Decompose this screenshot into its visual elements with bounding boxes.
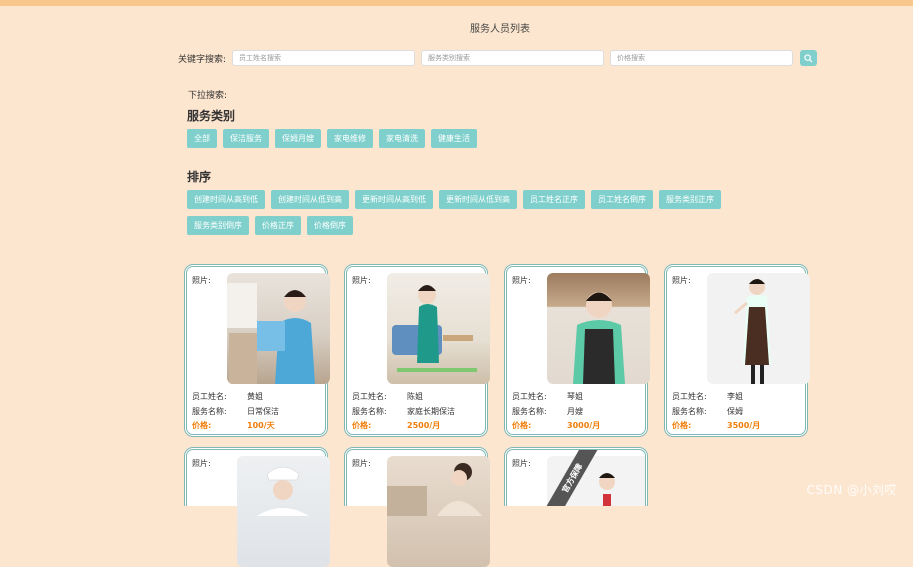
staff-name: 黄姐 [247, 392, 263, 401]
staff-photo [707, 273, 810, 384]
staff-card[interactable]: 照片: [184, 447, 330, 567]
service-price: 3000/月 [567, 421, 601, 430]
category-tag-all[interactable]: 全部 [187, 129, 217, 148]
employee-name-search-input[interactable] [232, 50, 416, 66]
sort-name-asc[interactable]: 员工姓名正序 [523, 190, 585, 209]
sort-section-title: 排序 [187, 170, 212, 184]
staff-card[interactable]: 照片: 员工姓名: 李姐 服务名称: 保姆 价格: 3500/月 [664, 264, 810, 437]
staff-card[interactable]: 照片: 官方保障 [504, 447, 648, 506]
name-label: 员工姓名: [192, 392, 227, 401]
staff-photo [387, 273, 490, 384]
price-label: 价格: [512, 421, 532, 430]
sort-tags-row-2: 服务类别倒序 价格正序 价格倒序 [187, 216, 353, 235]
service-price: 2500/月 [407, 421, 441, 430]
category-section-title: 服务类别 [187, 109, 236, 123]
staff-card[interactable]: 照片: 员工姓名: 琴姐 服务名称: 月嫂 价格: 3000/月 [504, 264, 650, 437]
photo-label: 照片: [512, 459, 531, 468]
name-label: 员工姓名: [672, 392, 707, 401]
category-tag-appliance-repair[interactable]: 家电维修 [327, 129, 373, 148]
service-label: 服务名称: [512, 407, 547, 416]
search-button[interactable] [800, 50, 818, 66]
price-search-input[interactable] [610, 50, 794, 66]
staff-photo [227, 273, 330, 384]
search-label: 关键字搜索: [178, 54, 227, 65]
watermark: CSDN @小刘哎 [806, 483, 897, 497]
name-label: 员工姓名: [512, 392, 547, 401]
category-tag-nanny[interactable]: 保姆月嫂 [275, 129, 321, 148]
photo-label: 照片: [352, 459, 371, 468]
category-tag-healthy-living[interactable]: 健康生活 [431, 129, 477, 148]
service-name: 保姆 [727, 407, 743, 416]
service-label: 服务名称: [352, 407, 387, 416]
category-tag-appliance-cleaning[interactable]: 家电清洗 [379, 129, 425, 148]
service-label: 服务名称: [192, 407, 227, 416]
staff-name: 琴姐 [567, 392, 583, 401]
sort-price-asc[interactable]: 价格正序 [255, 216, 301, 235]
sort-type-asc[interactable]: 服务类别正序 [659, 190, 721, 209]
staff-photo [237, 456, 330, 567]
search-bar: 关键字搜索: [178, 49, 818, 67]
staff-photo [387, 456, 490, 567]
page-title: 服务人员列表 [470, 24, 530, 35]
staff-photo [547, 273, 650, 384]
staff-name: 李姐 [727, 392, 743, 401]
sort-tags-row-1: 创建时间从高到低 创建时间从低到高 更新时间从高到低 更新时间从低到高 员工姓名… [187, 190, 721, 209]
category-tag-cleaning[interactable]: 保洁服务 [223, 129, 269, 148]
staff-name: 陈姐 [407, 392, 423, 401]
sort-type-desc[interactable]: 服务类别倒序 [187, 216, 249, 235]
service-name: 月嫂 [567, 407, 583, 416]
photo-label: 照片: [192, 276, 211, 285]
sort-name-desc[interactable]: 员工姓名倒序 [591, 190, 653, 209]
service-label: 服务名称: [672, 407, 707, 416]
service-name: 家庭长期保洁 [407, 407, 455, 416]
staff-card[interactable]: 照片: 员工姓名: 黄姐 服务名称: 日常保洁 价格: 100/天 [184, 264, 330, 437]
sort-updated-asc[interactable]: 更新时间从低到高 [439, 190, 517, 209]
sort-updated-desc[interactable]: 更新时间从高到低 [355, 190, 433, 209]
photo-label: 照片: [352, 276, 371, 285]
photo-label: 照片: [672, 276, 691, 285]
staff-card[interactable]: 照片: 员工姓名: 陈姐 服务名称: 家庭长期保洁 价格: 2500/月 [344, 264, 490, 437]
photo-label: 照片: [192, 459, 211, 468]
service-price: 100/天 [247, 421, 275, 430]
dropdown-search-label: 下拉搜索: [188, 91, 228, 101]
service-price: 3500/月 [727, 421, 761, 430]
price-label: 价格: [672, 421, 692, 430]
sort-created-asc[interactable]: 创建时间从低到高 [271, 190, 349, 209]
search-icon [804, 53, 813, 63]
sort-created-desc[interactable]: 创建时间从高到低 [187, 190, 265, 209]
photo-label: 照片: [512, 276, 531, 285]
service-name: 日常保洁 [247, 407, 279, 416]
staff-card[interactable]: 照片: [344, 447, 490, 567]
service-type-search-input[interactable] [421, 50, 605, 66]
sort-price-desc[interactable]: 价格倒序 [307, 216, 353, 235]
category-tags: 全部 保洁服务 保姆月嫂 家电维修 家电清洗 健康生活 [187, 129, 477, 148]
price-label: 价格: [352, 421, 372, 430]
name-label: 员工姓名: [352, 392, 387, 401]
top-bar [0, 0, 913, 6]
price-label: 价格: [192, 421, 212, 430]
